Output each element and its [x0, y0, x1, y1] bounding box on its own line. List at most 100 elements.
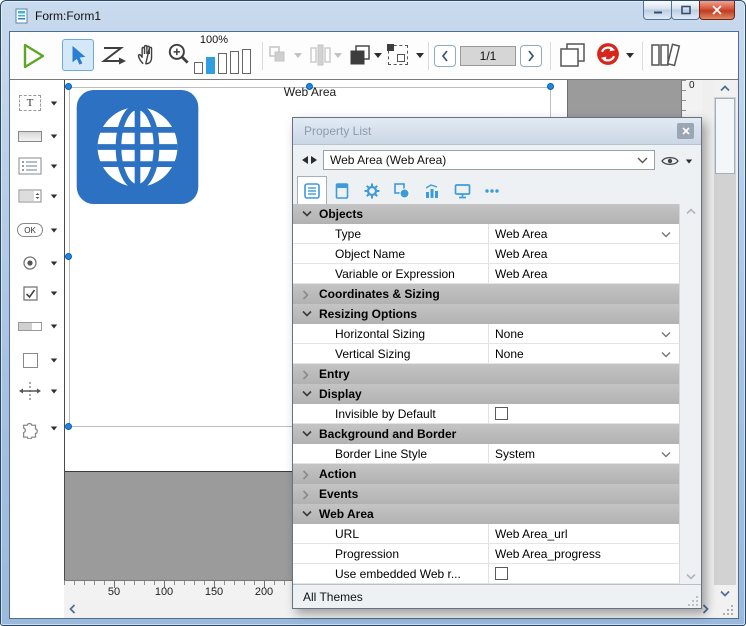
property-value[interactable]: Web Area [495, 267, 547, 281]
zoom-bar-selected[interactable] [206, 57, 215, 74]
tool-dropdown-caret[interactable] [51, 101, 57, 105]
data-source-button[interactable] [596, 42, 620, 66]
tool-progress-button[interactable] [14, 313, 62, 339]
previous-object-icon[interactable] [302, 156, 308, 164]
run-icon [22, 42, 46, 70]
object-selector-dropdown[interactable]: Web Area (Web Area) [323, 150, 655, 170]
property-value[interactable]: None [495, 327, 524, 341]
tool-input-button[interactable] [14, 123, 62, 149]
vertical-scroll-thumb[interactable] [715, 98, 735, 174]
level-objects-button[interactable] [348, 43, 372, 67]
selection-handle[interactable] [547, 83, 554, 90]
section-action[interactable]: Action [293, 464, 679, 484]
zoom-bar[interactable] [218, 53, 227, 74]
property-grid-scrollbar[interactable] [679, 204, 701, 584]
tool-dropdown-caret[interactable] [51, 358, 57, 362]
tool-dropdown-caret[interactable] [51, 194, 57, 198]
zoom-bars[interactable] [194, 49, 251, 74]
tab-all-properties[interactable] [297, 176, 327, 204]
section-web-area[interactable]: Web Area [293, 504, 679, 524]
tool-plugin-button[interactable] [14, 415, 62, 441]
tool-dropdown-caret[interactable] [51, 261, 57, 265]
section-objects[interactable]: Objects [293, 204, 679, 224]
group-selection-button[interactable] [388, 45, 408, 65]
section-background-border[interactable]: Background and Border [293, 424, 679, 444]
embedded-web-checkbox[interactable] [495, 567, 508, 580]
next-object-icon[interactable] [311, 156, 317, 164]
scroll-left-button[interactable] [64, 600, 81, 617]
tool-checkbox-button[interactable] [14, 280, 62, 306]
scroll-up-button[interactable] [714, 80, 736, 97]
tool-combobox-button[interactable] [14, 183, 62, 209]
invisible-default-checkbox[interactable] [495, 407, 508, 420]
property-value[interactable]: None [495, 347, 524, 361]
window-resize-grip[interactable] [714, 602, 736, 617]
next-page-button[interactable] [520, 45, 542, 67]
tool-text-button[interactable]: T [14, 90, 62, 116]
pan-tool-button[interactable] [134, 41, 160, 67]
title-bar[interactable]: Form:Form1 [1, 1, 745, 31]
tab-more[interactable] [477, 178, 507, 204]
zoom-bar[interactable] [242, 49, 251, 74]
property-row-horizontal-sizing: Horizontal Sizing None [293, 324, 679, 344]
previous-page-button[interactable] [434, 45, 456, 67]
tool-button-button[interactable]: OK [14, 217, 62, 243]
tool-dropdown-caret[interactable] [51, 228, 57, 232]
object-selector-row: Web Area (Web Area) [293, 145, 701, 175]
selection-handle[interactable] [65, 423, 72, 430]
tool-dropdown-caret[interactable] [51, 134, 57, 138]
select-tool-button[interactable] [62, 39, 94, 71]
tab-settings[interactable] [357, 178, 387, 204]
vertical-scrollbar[interactable] [714, 80, 736, 602]
section-coordinates-sizing[interactable]: Coordinates & Sizing [293, 284, 679, 304]
property-list-titlebar[interactable]: Property List [293, 118, 701, 145]
tool-rectangle-button[interactable] [14, 347, 62, 373]
selection-handle[interactable] [306, 83, 313, 90]
level-dropdown-caret[interactable] [374, 53, 382, 58]
property-value[interactable]: Web Area [495, 247, 547, 261]
tool-splitter-button[interactable] [14, 378, 62, 404]
library-button[interactable] [650, 42, 682, 68]
view-filter-caret[interactable] [685, 159, 693, 164]
zoom-bar[interactable] [194, 62, 203, 74]
document-icon [335, 183, 349, 199]
tool-dropdown-caret[interactable] [51, 164, 57, 168]
tab-object[interactable] [327, 178, 357, 204]
text-tool-icon: T [19, 95, 41, 111]
minimize-button[interactable] [643, 1, 672, 20]
maximize-button[interactable] [671, 1, 700, 20]
scroll-down-button[interactable] [714, 585, 736, 602]
tool-dropdown-caret[interactable] [51, 389, 57, 393]
manage-pages-button[interactable] [558, 42, 586, 68]
tool-listbox-button[interactable] [14, 153, 62, 179]
run-form-button[interactable] [22, 42, 46, 70]
property-list-close-button[interactable] [677, 123, 694, 139]
close-button[interactable] [699, 1, 735, 20]
tool-dropdown-caret[interactable] [51, 291, 57, 295]
section-resizing-options[interactable]: Resizing Options [293, 304, 679, 324]
section-entry[interactable]: Entry [293, 364, 679, 384]
view-filter-button[interactable] [661, 154, 679, 172]
entry-order-tool-button[interactable] [100, 44, 128, 66]
property-value[interactable]: Web Area_url [495, 527, 568, 541]
group-dropdown-caret[interactable] [416, 53, 424, 58]
data-source-dropdown-caret[interactable] [626, 53, 634, 58]
tool-dropdown-caret[interactable] [51, 324, 57, 328]
panel-resize-grip-icon[interactable] [688, 595, 699, 606]
section-display[interactable]: Display [293, 384, 679, 404]
selection-handle[interactable] [65, 253, 72, 260]
property-value[interactable]: System [495, 447, 535, 461]
tab-appearance[interactable] [387, 178, 417, 204]
tool-dropdown-caret[interactable] [51, 426, 57, 430]
zoom-level-widget[interactable]: 100% [192, 34, 258, 78]
tab-chart[interactable] [417, 178, 447, 204]
tab-display[interactable] [447, 178, 477, 204]
zoom-bar[interactable] [230, 51, 239, 74]
tool-radio-button[interactable] [14, 250, 62, 276]
object-navigation[interactable] [302, 156, 317, 164]
selection-handle[interactable] [65, 83, 72, 90]
property-value[interactable]: Web Area_progress [495, 547, 601, 561]
section-events[interactable]: Events [293, 484, 679, 504]
zoom-tool-button[interactable] [166, 41, 192, 67]
property-value[interactable]: Web Area [495, 227, 547, 241]
